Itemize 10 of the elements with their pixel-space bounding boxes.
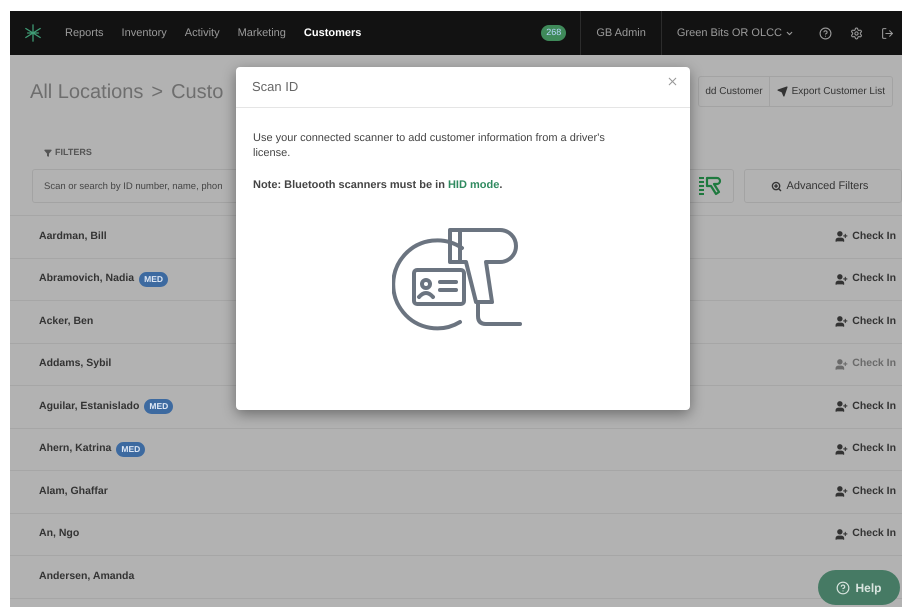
breadcrumb-separator: > [151,80,164,104]
instructions-text: Use your connected scanner to add customer information from a driver's license. [253,131,606,161]
filters-label: FILTERS [55,146,92,160]
count-badge: 268 [541,25,566,41]
note-text: Note: Bluetooth scanners must be in HID mode. [253,178,504,193]
modal-title: Scan ID [252,78,298,96]
med-badge: MED [144,399,174,414]
med-badge: MED [116,442,146,457]
breadcrumb-item: Custo [171,80,224,104]
med-badge: MED [139,272,168,287]
